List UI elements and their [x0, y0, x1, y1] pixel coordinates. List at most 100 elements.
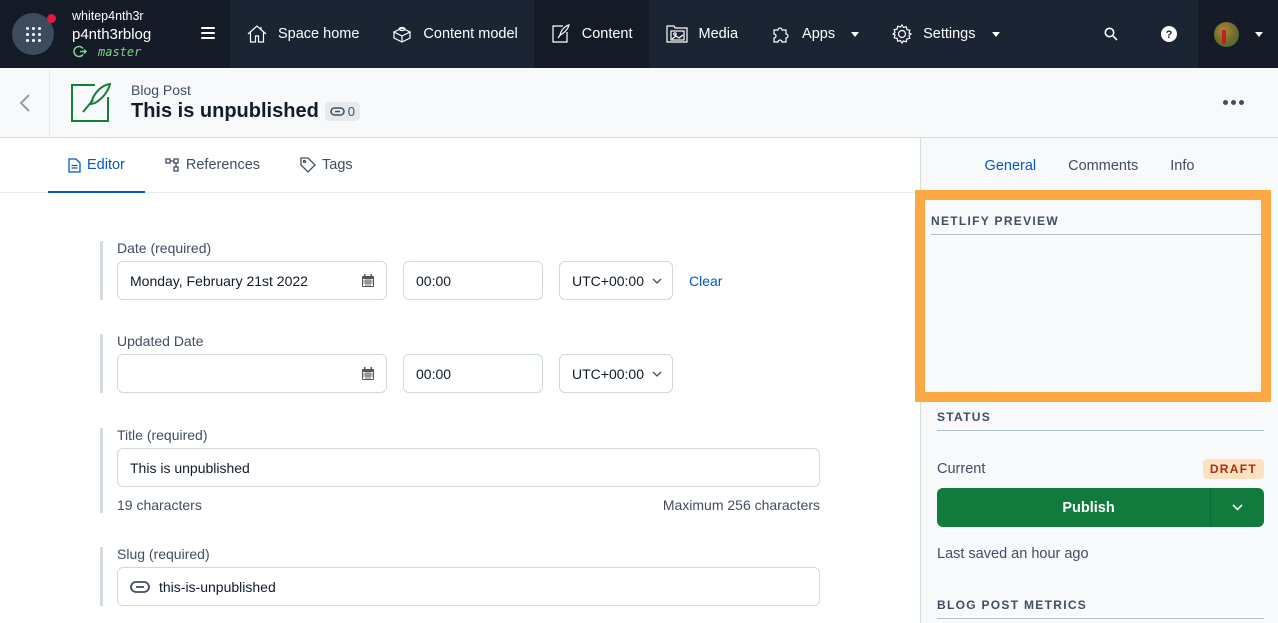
calendar-icon — [362, 367, 374, 380]
space-name: p4nth3rblog — [72, 26, 152, 44]
updated-time-input[interactable]: 00:00 — [403, 354, 543, 393]
updated-timezone-select[interactable]: UTC+00:00 — [559, 354, 673, 393]
timezone-value: UTC+00:00 — [572, 272, 644, 289]
nav-apps[interactable]: Apps — [754, 0, 875, 68]
updated-date-input[interactable] — [117, 354, 387, 393]
tab-label: References — [185, 157, 261, 173]
search-button[interactable] — [1082, 0, 1140, 68]
slug-input[interactable]: this-is-unpublished — [117, 567, 820, 606]
last-saved-text: Last saved an hour ago — [937, 546, 1089, 562]
sidebar-tab-general[interactable]: General — [985, 158, 1037, 174]
timezone-select[interactable]: UTC+00:00 — [559, 261, 673, 300]
svg-text:?: ? — [1166, 29, 1173, 41]
home-icon — [247, 25, 267, 43]
nav-label: Apps — [802, 26, 836, 42]
timezone-value: UTC+00:00 — [572, 365, 644, 382]
content-type-label: Blog Post — [131, 82, 191, 98]
search-icon — [1104, 27, 1118, 41]
media-icon — [665, 25, 688, 43]
environment-label: master — [72, 45, 151, 58]
field-label: Updated Date — [117, 333, 204, 349]
tab-references[interactable]: References — [145, 138, 280, 192]
space-info[interactable]: whitep4nth3r p4nth3rblog master — [72, 10, 151, 59]
notification-dot — [47, 14, 56, 23]
current-status-label: Current — [937, 461, 986, 477]
field-title: Title (required) This is unpublished 19 … — [100, 428, 820, 513]
tab-label: Editor — [87, 157, 125, 173]
calendar-icon — [362, 274, 374, 287]
nav-settings[interactable]: Settings — [875, 0, 1015, 68]
nav-label: Media — [698, 26, 739, 42]
editor-tabs: Editor References Tags — [0, 138, 920, 193]
nav-content[interactable]: Content — [533, 0, 649, 68]
field-label: Date (required) — [117, 240, 212, 256]
link-icon — [130, 580, 150, 593]
slug-value: this-is-unpublished — [159, 578, 276, 595]
content-icon — [552, 24, 570, 43]
time-input[interactable]: 00:00 — [403, 261, 543, 300]
more-actions-button[interactable] — [1217, 94, 1250, 111]
tab-tags[interactable]: Tags — [280, 138, 373, 192]
entry-title: This is unpublished — [131, 100, 319, 122]
caret-down-icon — [991, 31, 1000, 37]
help-button[interactable]: ? — [1140, 0, 1198, 68]
account-menu[interactable] — [1198, 0, 1278, 68]
entry-content-icon — [71, 82, 112, 122]
app-launcher-button[interactable] — [12, 13, 56, 55]
references-icon — [165, 158, 179, 172]
field-date: Date (required) Monday, February 21st 20… — [100, 241, 722, 300]
organization-name: whitep4nth3r — [72, 8, 144, 23]
publish-button[interactable]: Publish — [937, 488, 1210, 527]
nav-media[interactable]: Media — [649, 0, 755, 68]
avatar — [1213, 21, 1239, 47]
chevron-down-icon — [652, 371, 662, 377]
status-title: STATUS — [937, 410, 1264, 431]
nav-label: Content model — [423, 26, 518, 42]
field-updated-date: Updated Date 00:00 UTC+00:00 — [100, 334, 673, 393]
editor-panel: Editor References Tags Date (required) M… — [0, 138, 920, 623]
content-model-icon — [393, 26, 412, 43]
character-count: 19 characters — [117, 497, 202, 513]
nav-label: Content — [581, 26, 633, 42]
nav-label: Settings — [923, 26, 976, 42]
time-value: 00:00 — [416, 365, 452, 382]
caret-down-icon — [1254, 31, 1263, 37]
sidebar-tabs: General Comments Info — [921, 138, 1278, 193]
chevron-down-icon — [652, 278, 662, 284]
space-selector[interactable]: whitep4nth3r p4nth3rblog master — [0, 0, 230, 68]
link-icon — [330, 107, 345, 116]
tab-label: Tags — [322, 157, 353, 173]
caret-down-icon — [851, 31, 860, 37]
date-value: Monday, February 21st 2022 — [130, 272, 308, 289]
menu-toggle-button[interactable] — [201, 27, 215, 39]
entry-header: Blog Post This is unpublished 0 — [0, 67, 1278, 138]
nav-space-home[interactable]: Space home — [230, 0, 375, 68]
max-characters: Maximum 256 characters — [662, 497, 820, 513]
publish-options-button[interactable] — [1210, 488, 1264, 527]
environment-icon — [73, 46, 88, 58]
status-section: STATUS Current DRAFT Publish Last saved … — [937, 410, 1264, 619]
field-label: Title (required) — [117, 427, 208, 443]
sidebar-tab-comments[interactable]: Comments — [1068, 158, 1138, 174]
nav-content-model[interactable]: Content model — [375, 0, 533, 68]
netlify-preview-title: NETLIFY PREVIEW — [931, 214, 1261, 235]
clear-date-link[interactable]: Clear — [689, 273, 722, 289]
grid-icon — [25, 26, 41, 42]
publish-button-group: Publish — [937, 488, 1264, 527]
apps-icon — [773, 27, 789, 43]
title-input[interactable]: This is unpublished — [117, 448, 820, 487]
tab-editor[interactable]: Editor — [48, 138, 145, 193]
top-navigation: whitep4nth3r p4nth3rblog master Space ho… — [0, 0, 1278, 68]
date-input[interactable]: Monday, February 21st 2022 — [117, 261, 387, 300]
status-badge: DRAFT — [1202, 459, 1264, 479]
nav-label: Space home — [278, 26, 360, 42]
entry-sidebar: General Comments Info NETLIFY PREVIEW ST… — [915, 138, 1278, 623]
chevron-left-icon — [19, 93, 30, 112]
back-button[interactable] — [0, 67, 50, 138]
sidebar-tab-info[interactable]: Info — [1170, 158, 1194, 174]
tag-icon — [300, 157, 316, 173]
help-icon: ? — [1161, 26, 1177, 42]
chevron-down-icon — [1232, 504, 1243, 511]
references-badge[interactable]: 0 — [324, 102, 361, 121]
blog-post-metrics-title: BLOG POST METRICS — [937, 598, 1264, 619]
